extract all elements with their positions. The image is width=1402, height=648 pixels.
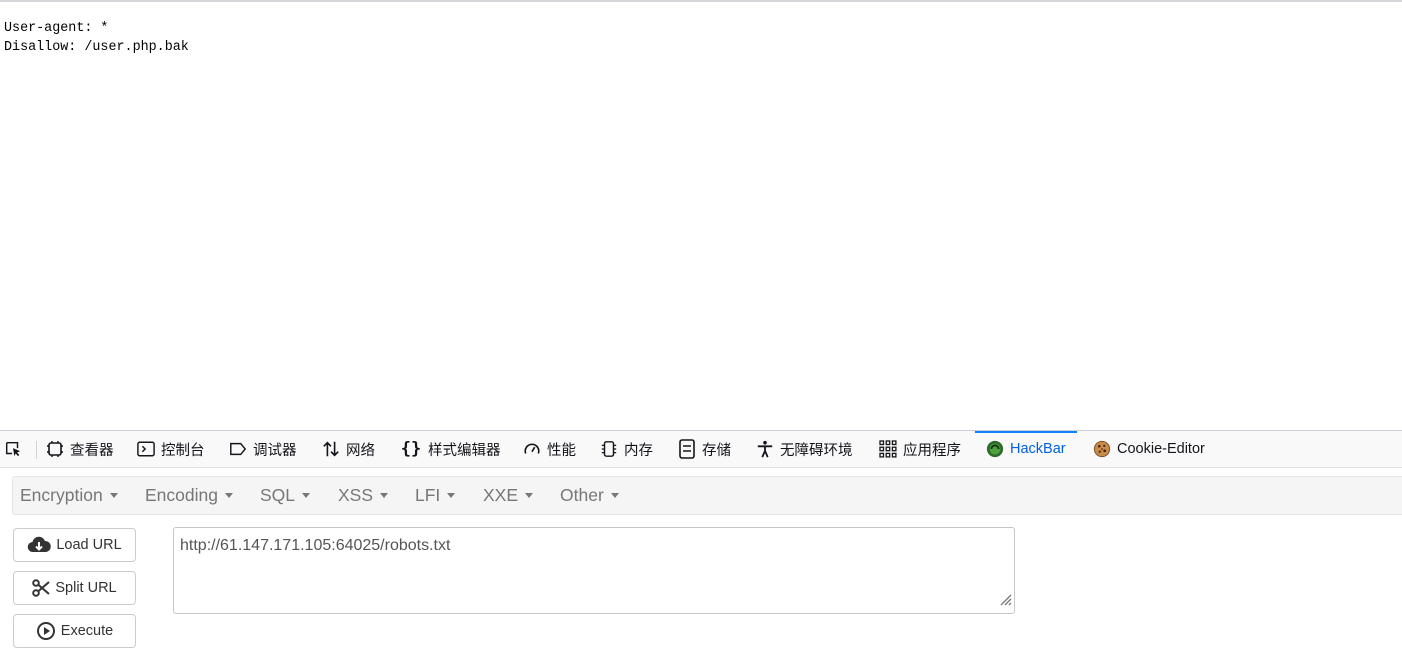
menu-xxe[interactable]: XXE	[483, 477, 534, 514]
devtools-tabbar: 查看器 控制台 调试器 网络 {} 样式编辑器 性能 内存 存储 无障碍环境 应…	[0, 431, 1402, 468]
tab-label: Cookie-Editor	[1117, 441, 1205, 457]
menu-xss[interactable]: XSS	[338, 477, 389, 514]
storage-icon	[678, 439, 696, 459]
load-url-label: Load URL	[56, 537, 122, 553]
menu-lfi[interactable]: LFI	[415, 477, 456, 514]
element-picker-icon	[4, 440, 22, 458]
tab-label: 性能	[547, 442, 576, 459]
element-picker-button[interactable]	[4, 431, 28, 467]
tab-label: 存储	[702, 442, 731, 459]
menu-other[interactable]: Other	[560, 477, 619, 514]
caret-down-icon	[447, 493, 456, 498]
tab-label: 样式编辑器	[428, 442, 501, 459]
url-textarea[interactable]: http://61.147.171.105:64025/robots.txt	[173, 527, 1015, 614]
menu-label: Encryption	[20, 485, 103, 505]
tab-console[interactable]: 控制台	[137, 431, 205, 467]
tab-cookie-editor[interactable]: Cookie-Editor	[1093, 431, 1205, 467]
scissors-icon	[32, 579, 51, 597]
tab-label: 查看器	[70, 442, 114, 459]
menu-label: Other	[560, 485, 604, 505]
menu-label: XSS	[338, 485, 374, 505]
tab-accessibility[interactable]: 无障碍环境	[756, 431, 853, 467]
split-url-button[interactable]: Split URL	[13, 571, 136, 605]
caret-down-icon	[525, 493, 534, 498]
inspector-icon	[46, 440, 64, 458]
tab-label: 网络	[346, 442, 375, 459]
tab-label: HackBar	[1010, 441, 1066, 457]
caret-down-icon	[610, 493, 619, 498]
tab-application[interactable]: 应用程序	[879, 431, 961, 467]
tab-label: 应用程序	[903, 442, 961, 459]
execute-label: Execute	[60, 623, 114, 639]
caret-down-icon	[224, 493, 233, 498]
menu-label: LFI	[415, 485, 441, 505]
tab-hackbar[interactable]: HackBar	[975, 431, 1077, 467]
top-border	[0, 0, 1402, 2]
menu-encoding[interactable]: Encoding	[145, 477, 233, 514]
tab-separator	[36, 441, 37, 459]
split-url-label: Split URL	[55, 580, 117, 596]
tab-inspector[interactable]: 查看器	[46, 431, 114, 467]
menu-label: SQL	[260, 485, 296, 505]
application-icon	[879, 440, 897, 458]
performance-icon	[523, 440, 541, 458]
hackbar-menu-bar: Encryption Encoding SQL XSS LFI XXE Othe…	[12, 476, 1402, 515]
caret-down-icon	[109, 493, 118, 498]
tab-label: 控制台	[161, 442, 205, 459]
style-editor-icon: {}	[400, 439, 422, 459]
caret-down-icon	[380, 493, 389, 498]
tab-label: 内存	[624, 442, 653, 459]
execute-button[interactable]: Execute	[13, 614, 136, 648]
tab-label: 调试器	[253, 442, 297, 459]
robots-line-2: Disallow: /user.php.bak	[4, 40, 189, 55]
tab-performance[interactable]: 性能	[523, 431, 576, 467]
console-icon	[137, 440, 155, 458]
load-url-button[interactable]: Load URL	[13, 528, 136, 562]
cookie-icon	[1093, 440, 1111, 458]
tab-storage[interactable]: 存储	[678, 431, 731, 467]
page-content: User-agent: * Disallow: /user.php.bak	[4, 19, 189, 57]
resize-grip-icon[interactable]	[998, 592, 1012, 611]
network-icon	[322, 440, 340, 458]
tab-label: 无障碍环境	[780, 442, 853, 459]
cloud-download-icon	[27, 536, 52, 554]
tab-memory[interactable]: 内存	[600, 431, 653, 467]
caret-down-icon	[302, 493, 311, 498]
play-circle-icon	[36, 621, 56, 641]
robots-line-1: User-agent: *	[4, 21, 109, 36]
menu-label: Encoding	[145, 485, 218, 505]
debugger-icon	[229, 440, 247, 458]
menu-encryption[interactable]: Encryption	[20, 477, 118, 514]
menu-sql[interactable]: SQL	[260, 477, 311, 514]
accessibility-icon	[756, 440, 774, 458]
url-text: http://61.147.171.105:64025/robots.txt	[180, 537, 451, 554]
tab-debugger[interactable]: 调试器	[229, 431, 297, 467]
devtools-panel: 查看器 控制台 调试器 网络 {} 样式编辑器 性能 内存 存储 无障碍环境 应…	[0, 430, 1402, 648]
hackbar-icon	[986, 440, 1004, 458]
tab-network[interactable]: 网络	[322, 431, 375, 467]
menu-label: XXE	[483, 485, 519, 505]
memory-icon	[600, 440, 618, 458]
tab-style-editor[interactable]: {} 样式编辑器	[400, 431, 501, 467]
